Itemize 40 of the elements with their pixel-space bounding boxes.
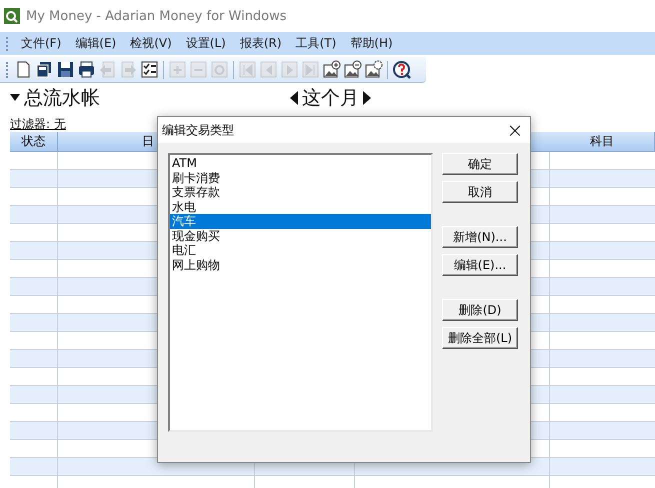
menu-item[interactable]: 文件(F) xyxy=(14,33,68,54)
save-icon[interactable] xyxy=(56,60,75,79)
previous-period-icon[interactable] xyxy=(290,91,298,105)
close-button[interactable]: × xyxy=(500,117,530,143)
column-header[interactable]: 状态 xyxy=(10,132,58,152)
window-title: My Money - Adarian Money for Windows xyxy=(26,8,287,24)
image-plus-icon[interactable] xyxy=(322,60,341,79)
dialog-button[interactable]: 删除(D) xyxy=(442,299,518,321)
menu-item[interactable]: 检视(V) xyxy=(123,33,179,54)
menu-item[interactable]: 设置(L) xyxy=(178,33,233,54)
dialog-button[interactable]: 删除全部(L) xyxy=(442,327,518,349)
list-item[interactable]: 刷卡消费 xyxy=(170,170,431,185)
help-icon[interactable] xyxy=(392,60,411,79)
dialog-button[interactable]: 新增(N)... xyxy=(442,226,518,248)
menu-item[interactable]: 编辑(E) xyxy=(68,33,124,54)
image-gear-icon[interactable] xyxy=(364,60,383,79)
list-item[interactable]: 网上购物 xyxy=(170,258,431,272)
list-item[interactable]: 现金购买 xyxy=(170,228,431,243)
list-item[interactable]: 电汇 xyxy=(170,243,431,258)
ledger-title: 总流水帐 xyxy=(24,86,100,111)
list-item[interactable]: 水电 xyxy=(170,200,431,214)
list-item[interactable]: ATM xyxy=(170,156,431,170)
dialog-button[interactable]: 编辑(E)... xyxy=(442,254,518,276)
dialog-button[interactable]: 确定 xyxy=(442,153,518,175)
dropdown-arrow-icon[interactable] xyxy=(10,94,20,102)
copy-icon[interactable] xyxy=(35,60,54,79)
column-header[interactable]: 科目 xyxy=(550,132,655,152)
menu-item[interactable]: 报表(R) xyxy=(232,33,289,54)
filter-link[interactable]: 过滤器: 无 xyxy=(10,116,66,132)
menu-item[interactable]: 工具(T) xyxy=(288,33,344,54)
print-icon[interactable] xyxy=(77,60,96,79)
list-item[interactable]: 汽车 xyxy=(170,214,431,228)
next-period-icon[interactable] xyxy=(363,91,371,105)
list-item[interactable]: 支票存款 xyxy=(170,185,431,200)
image-minus-icon[interactable] xyxy=(343,60,362,79)
period-label: 这个月 xyxy=(302,86,359,111)
app-logo-icon xyxy=(4,8,20,24)
checklist-icon[interactable] xyxy=(140,60,159,79)
menu-item[interactable]: 帮助(H) xyxy=(343,33,400,54)
dialog-button[interactable]: 取消 xyxy=(442,181,518,203)
